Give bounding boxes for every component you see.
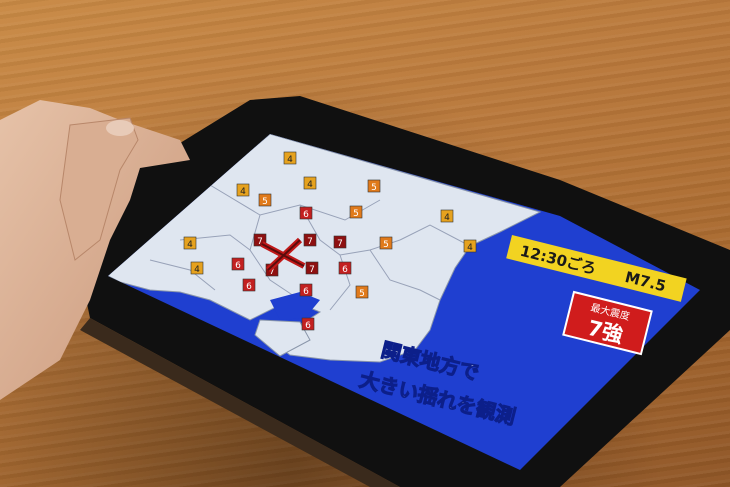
- intensity-marker: 6: [299, 206, 313, 220]
- intensity-marker: 4: [190, 261, 204, 275]
- intensity-marker: 5: [349, 205, 363, 219]
- intensity-marker: 5: [355, 285, 369, 299]
- intensity-marker-value: 7: [337, 239, 343, 249]
- intensity-marker: 4: [183, 236, 197, 250]
- thumbnail: [106, 120, 134, 136]
- intensity-marker-value: 7: [309, 265, 315, 275]
- intensity-marker-value: 4: [307, 180, 313, 190]
- intensity-marker-value: 4: [187, 240, 193, 250]
- intensity-marker-value: 5: [359, 289, 365, 299]
- intensity-marker: 6: [301, 317, 315, 331]
- intensity-marker: 4: [303, 176, 317, 190]
- intensity-marker-value: 7: [307, 237, 313, 247]
- intensity-marker: 4: [463, 239, 477, 253]
- intensity-marker-value: 6: [303, 210, 309, 220]
- intensity-marker-value: 4: [467, 243, 473, 253]
- intensity-marker: 7: [303, 233, 317, 247]
- intensity-marker: 5: [258, 193, 272, 207]
- intensity-marker: 6: [231, 257, 245, 271]
- intensity-marker: 6: [299, 283, 313, 297]
- intensity-marker: 5: [367, 179, 381, 193]
- intensity-marker-value: 4: [240, 187, 246, 197]
- intensity-marker-value: 5: [353, 209, 359, 219]
- intensity-marker-value: 5: [262, 197, 268, 207]
- intensity-marker: 5: [379, 236, 393, 250]
- intensity-marker-value: 6: [235, 261, 241, 271]
- intensity-marker-value: 6: [342, 265, 348, 275]
- intensity-marker-value: 4: [444, 213, 450, 223]
- tablet-illustration: 444 55 4567 7 77 76 665445 466 12:30ごろ M7.5 最大震…: [0, 96, 730, 487]
- intensity-marker-value: 5: [383, 240, 389, 250]
- intensity-marker-value: 6: [246, 282, 252, 292]
- intensity-marker: 7: [333, 235, 347, 249]
- photo-scene: 44455456777776665445466 12:30ごろ M7.5 最大震…: [0, 0, 730, 487]
- intensity-marker: 6: [242, 278, 256, 292]
- intensity-marker: 6: [338, 261, 352, 275]
- intensity-marker: 4: [283, 151, 297, 165]
- intensity-marker-value: 4: [287, 155, 293, 165]
- intensity-marker: 4: [440, 209, 454, 223]
- intensity-marker: 7: [305, 261, 319, 275]
- intensity-marker-value: 4: [194, 265, 200, 275]
- intensity-marker: 4: [236, 183, 250, 197]
- intensity-marker-value: 6: [305, 321, 311, 331]
- intensity-marker-value: 6: [303, 287, 309, 297]
- intensity-marker-value: 5: [371, 183, 377, 193]
